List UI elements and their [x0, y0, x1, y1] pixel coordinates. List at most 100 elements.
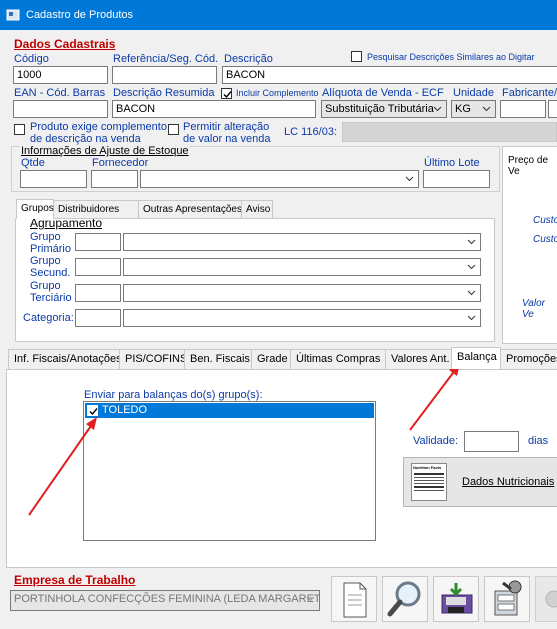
- fornecedor-select[interactable]: [140, 170, 419, 188]
- permitir-line2: de valor na venda: [183, 133, 271, 145]
- qtde-input[interactable]: [20, 170, 87, 188]
- custo-label-1: Custo: [533, 215, 557, 226]
- produto-exige-checkbox[interactable]: [14, 124, 25, 135]
- grupo-primario-label: Grupo Primário: [30, 231, 71, 255]
- codigo-input[interactable]: 1000: [13, 66, 108, 84]
- tools-button[interactable]: [484, 576, 530, 622]
- enviar-label: Enviar para balanças do(s) grupo(s):: [84, 389, 263, 401]
- tab-balanca[interactable]: Balança: [451, 347, 501, 369]
- balanca-grupos-list[interactable]: TOLEDO: [83, 401, 376, 541]
- descricao-input[interactable]: BACON: [222, 66, 557, 84]
- tab-ultimas-compras[interactable]: Últimas Compras: [290, 349, 386, 369]
- dias-label: dias: [528, 435, 549, 447]
- incluir-complemento-checkbox[interactable]: [221, 88, 232, 99]
- tab-ben-fiscais[interactable]: Ben. Fiscais: [184, 349, 252, 369]
- grupo-primario-line1: Grupo: [30, 231, 61, 243]
- referencia-input[interactable]: [112, 66, 217, 84]
- tab-promocoes[interactable]: Promoções: [500, 349, 557, 369]
- codigo-label: Código: [14, 53, 49, 65]
- tab-aviso[interactable]: Aviso: [241, 200, 273, 218]
- preco-label: Preço de Ve: [508, 155, 549, 177]
- dados-nutricionais-label: Dados Nutricionais: [462, 476, 555, 488]
- ean-label: EAN - Cód. Barras: [14, 87, 106, 99]
- categoria-select[interactable]: [123, 309, 481, 327]
- unidade-label: Unidade: [453, 87, 494, 99]
- chevron-down-icon: [467, 290, 476, 296]
- unidade-value: KG: [455, 103, 471, 115]
- categoria-code[interactable]: [75, 309, 121, 327]
- lc-label: LC 116/03:: [284, 126, 338, 138]
- estoque-title: Informações de Ajuste de Estoque: [20, 145, 190, 157]
- checkmark-icon: [223, 91, 232, 99]
- empresa-select[interactable]: PORTINHOLA CONFECÇÕES FEMININA (LEDA MAR…: [10, 590, 320, 611]
- chevron-down-icon: [467, 315, 476, 321]
- aliquota-select[interactable]: Substituição Tributária: [321, 100, 447, 118]
- toledo-checkbox[interactable]: [87, 405, 98, 416]
- grupo-secund-label: Grupo Secund.: [30, 255, 70, 279]
- fornecedor-code-input[interactable]: [91, 170, 138, 188]
- new-document-icon: [343, 582, 367, 618]
- dados-nutricionais-button[interactable]: Nutrition Facts Dados Nutricionais: [403, 457, 557, 507]
- tab-grade[interactable]: Grade: [251, 349, 291, 369]
- pesquisar-checkbox[interactable]: [351, 51, 362, 62]
- ultimo-lote-input[interactable]: [423, 170, 490, 188]
- fornecedor-label: Fornecedor: [92, 157, 149, 169]
- fabricante-label: Fabricante/M: [502, 87, 557, 99]
- save-button[interactable]: [433, 576, 479, 622]
- save-disk-icon: [441, 583, 473, 614]
- validade-label: Validade:: [413, 435, 459, 447]
- grupo-terciario-code[interactable]: [75, 284, 121, 302]
- grupo-secund-line1: Grupo: [30, 255, 61, 267]
- fabricante-input-2[interactable]: [548, 100, 557, 118]
- app-icon: [6, 9, 20, 21]
- pesquisar-label: Pesquisar Descrições Similares ao Digita…: [367, 52, 535, 62]
- lc-field: [342, 122, 557, 142]
- qtde-label: Qtde: [21, 157, 45, 169]
- search-button[interactable]: [382, 576, 428, 622]
- grupo-terciario-line1: Grupo: [30, 280, 61, 292]
- grupo-secund-select[interactable]: [123, 258, 481, 276]
- disabled-action-icon: [545, 590, 557, 608]
- empresa-value: PORTINHOLA CONFECÇÕES FEMININA (LEDA MAR…: [14, 593, 320, 605]
- grupo-terciario-select[interactable]: [123, 284, 481, 302]
- permitir-alteracao-label: Permitir alteração de valor na venda: [183, 121, 270, 145]
- valor-venda-label: Valor Ve: [522, 298, 545, 320]
- checkmark-icon: [89, 408, 98, 416]
- search-magnifier-icon: [387, 581, 421, 617]
- toledo-label: TOLEDO: [102, 404, 148, 416]
- grupo-terciario-line2: Terciário: [30, 292, 72, 304]
- unidade-select[interactable]: KG: [451, 100, 496, 118]
- nutrition-icon-text: Nutrition Facts: [413, 465, 442, 470]
- desc-resumida-input[interactable]: BACON: [112, 100, 316, 118]
- disabled-action-button[interactable]: [535, 576, 557, 622]
- permitir-line1: Permitir alteração: [183, 121, 270, 133]
- grupo-terciario-label: Grupo Terciário: [30, 280, 72, 304]
- descricao-label: Descrição: [224, 53, 273, 65]
- tab-grupos[interactable]: Grupos: [16, 199, 54, 219]
- grupo-primario-code[interactable]: [75, 233, 121, 251]
- tab-outras-apresentacoes[interactable]: Outras Apresentações: [138, 200, 242, 218]
- validade-input[interactable]: [464, 431, 519, 452]
- tab-valores-ant[interactable]: Valores Ant.: [385, 349, 452, 369]
- aliquota-value: Substituição Tributária: [325, 103, 434, 115]
- tab-pis-cofins[interactable]: PIS/COFINS: [119, 349, 187, 369]
- grupo-secund-code[interactable]: [75, 258, 121, 276]
- ean-input[interactable]: [13, 100, 108, 118]
- chevron-down-icon: [467, 264, 476, 270]
- new-button[interactable]: [331, 576, 377, 622]
- section-dados-cadastrais: Dados Cadastrais: [14, 37, 116, 51]
- incluir-complemento-label: Incluir Complemento: [236, 88, 319, 98]
- fabricante-input[interactable]: [500, 100, 546, 118]
- aliquota-label: Alíquota de Venda - ECF: [322, 87, 444, 99]
- grupo-primario-select[interactable]: [123, 233, 481, 251]
- categoria-label: Categoria:: [23, 312, 74, 324]
- chevron-down-icon: [306, 596, 315, 602]
- referencia-label: Referência/Seg. Cód.: [113, 53, 219, 65]
- chevron-down-icon: [482, 106, 491, 112]
- empresa-title: Empresa de Trabalho: [14, 573, 136, 587]
- lower-tabs: Inf. Fiscais/Anotações PIS/COFINS Ben. F…: [8, 347, 557, 370]
- permitir-alteracao-checkbox[interactable]: [168, 124, 179, 135]
- list-item[interactable]: TOLEDO: [85, 403, 374, 418]
- grupo-primario-line2: Primário: [30, 243, 71, 255]
- tab-inf-fiscais[interactable]: Inf. Fiscais/Anotações: [8, 349, 122, 369]
